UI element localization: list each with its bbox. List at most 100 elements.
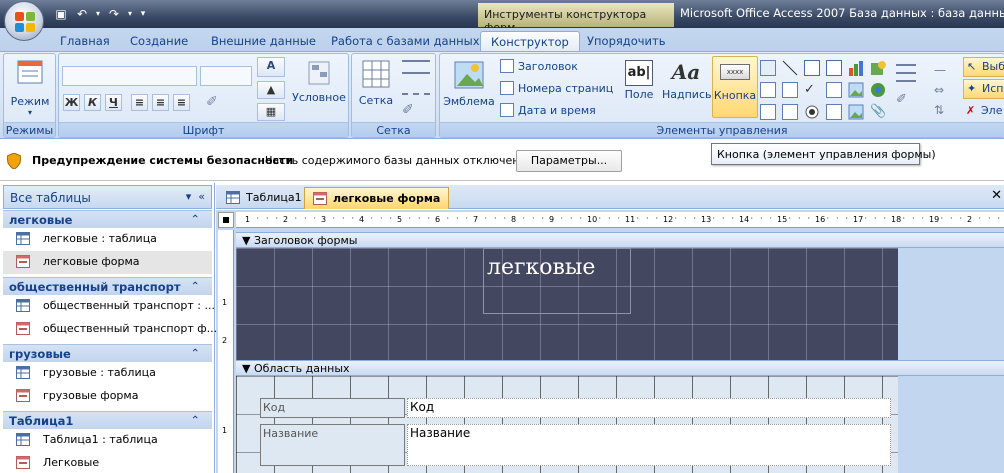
select-button[interactable]: ↖ Выб <box>963 57 1004 77</box>
form-header-section[interactable]: легковые <box>236 248 898 360</box>
nav-group[interactable]: общественный транспорт ⌃ <box>3 277 212 295</box>
close-document-icon[interactable]: ✕ <box>991 188 1002 203</box>
font-name-combo[interactable] <box>62 66 197 86</box>
tab-database-tools[interactable]: Работа с базами данных <box>331 31 480 51</box>
nav-menu-dropdown-icon[interactable]: ▾ <box>186 190 192 203</box>
group-grid-label: Сетка <box>352 122 435 137</box>
image-icon[interactable] <box>848 82 864 98</box>
line-thickness-icon[interactable] <box>402 60 430 74</box>
format-painter-icon[interactable]: ✐ <box>206 94 218 110</box>
page-break-icon[interactable] <box>760 104 776 120</box>
nav-group[interactable]: грузовые ⌃ <box>3 344 212 362</box>
minus-icon[interactable]: — <box>934 60 954 80</box>
conditional-format-button[interactable]: Условное <box>291 60 347 104</box>
pen-icon[interactable]: ✐ <box>896 92 916 107</box>
line-color-button[interactable]: ▦ <box>257 103 285 121</box>
tab-arrange[interactable]: Упорядочить <box>587 31 666 51</box>
activex-label: Эле <box>981 104 1003 117</box>
bold-button[interactable]: Ж <box>63 94 80 111</box>
logo-button[interactable]: Эмблема <box>442 60 496 108</box>
form-header-bar[interactable]: ▼ Заголовок формы <box>236 232 1004 248</box>
doc-tab-form[interactable]: легковые форма <box>304 187 450 209</box>
align-left-button[interactable]: ≡ <box>131 94 148 111</box>
grid-button[interactable]: Сетка <box>356 59 396 107</box>
checkbox-icon[interactable] <box>782 82 798 98</box>
property-icon[interactable]: ⇔ <box>934 80 954 100</box>
undo-dropdown-icon[interactable]: ▾ <box>94 5 102 23</box>
align-center-button[interactable]: ≡ <box>152 94 169 111</box>
detail-section-bar[interactable]: ▼ Область данных <box>236 360 1004 376</box>
text-color-button[interactable]: A <box>257 57 285 77</box>
ruler-tick: · <box>883 214 887 223</box>
tab-external-data[interactable]: Внешние данные <box>211 31 316 51</box>
option-button-icon[interactable] <box>804 104 820 120</box>
field-textbox-name[interactable]: Название <box>407 424 891 466</box>
label-button[interactable]: Aa Надпись <box>662 60 712 101</box>
activex-button[interactable]: ✗ Эле <box>963 102 1004 122</box>
nav-item[interactable]: Легковые <box>3 452 212 473</box>
form-selector[interactable] <box>218 212 234 228</box>
sort-icon[interactable]: ⇅ <box>934 100 954 120</box>
list-box-icon[interactable] <box>804 60 820 76</box>
customize-qat-icon[interactable]: ▾ <box>137 5 149 23</box>
shutter-bar-close-icon[interactable]: « <box>198 190 205 203</box>
italic-button[interactable]: К <box>84 94 101 111</box>
combo-box-icon[interactable] <box>826 60 842 76</box>
unbound-object-icon[interactable] <box>870 60 886 76</box>
date-time-button[interactable]: Дата и время <box>500 102 596 120</box>
nav-item[interactable]: Таблица1 : таблица <box>3 429 212 452</box>
security-options-button[interactable]: Параметры... <box>516 150 622 172</box>
nav-pane-header[interactable]: Все таблицы ▾ « <box>3 185 212 209</box>
nav-group[interactable]: легковые ⌃ <box>3 210 212 228</box>
button-control-button[interactable]: xxxx Кнопка <box>712 56 758 118</box>
title-button[interactable]: Заголовок <box>500 58 578 76</box>
nav-item[interactable]: общественный транспорт : ... <box>3 295 215 318</box>
toggle-button-icon[interactable] <box>782 104 798 120</box>
line-color-icon[interactable]: ✐ <box>402 102 414 118</box>
redo-icon[interactable]: ↷ <box>105 5 123 23</box>
page-numbers-label: Номера страниц <box>518 82 614 95</box>
line-type-icon[interactable] <box>402 81 430 95</box>
fill-color-button[interactable]: ▲ <box>257 81 285 99</box>
undo-icon[interactable]: ↶ <box>73 5 91 23</box>
doc-tab-table1[interactable]: Таблица1 <box>218 187 310 209</box>
field-label-name[interactable]: Название <box>260 424 405 466</box>
check-icon[interactable]: ✓ <box>804 82 820 98</box>
subform-icon[interactable] <box>826 104 842 120</box>
nav-item[interactable]: грузовые : таблица <box>3 362 212 385</box>
line-icon[interactable] <box>782 60 798 76</box>
table-icon <box>16 232 30 245</box>
save-icon[interactable]: ▣ <box>52 5 70 23</box>
field-textbox-code[interactable]: Код <box>407 398 891 418</box>
ruler-tick: · <box>874 214 877 223</box>
ruler-number: 12 <box>663 215 674 224</box>
office-button[interactable] <box>4 1 44 41</box>
field-button[interactable]: ab| Поле <box>621 60 657 101</box>
bound-object-icon[interactable] <box>848 104 864 120</box>
nav-item[interactable]: общественный транспорт ф... <box>3 318 217 341</box>
font-size-combo[interactable] <box>200 66 252 86</box>
field-label-code[interactable]: Код <box>260 398 405 418</box>
nav-item[interactable]: грузовые форма <box>3 385 212 408</box>
redo-dropdown-icon[interactable]: ▾ <box>126 5 134 23</box>
rectangle-icon[interactable] <box>760 82 776 98</box>
nav-group[interactable]: Таблица1 ⌃ <box>3 411 212 429</box>
detail-section[interactable]: Код Код Название Название <box>236 376 898 473</box>
align-right-button[interactable]: ≡ <box>173 94 190 111</box>
nav-item[interactable]: легковые : таблица <box>3 228 212 251</box>
ruler-number: 19 <box>929 215 940 224</box>
tab-home[interactable]: Главная <box>60 31 110 51</box>
view-button[interactable]: Режим ▾ <box>8 58 52 117</box>
form-title-label[interactable]: легковые <box>483 248 631 314</box>
attachment-icon[interactable]: 📎 <box>870 104 886 120</box>
page-numbers-button[interactable]: Номера страниц <box>500 80 613 98</box>
nav-item[interactable]: легковые форма <box>3 251 212 274</box>
option-group-icon[interactable] <box>826 82 842 98</box>
tab-create[interactable]: Создание <box>130 31 188 51</box>
hyperlink-icon[interactable] <box>870 82 886 98</box>
tab-control-icon[interactable] <box>760 60 776 76</box>
tab-designer[interactable]: Конструктор <box>480 31 580 51</box>
use-wizard-button[interactable]: ✦ Исп <box>963 79 1004 99</box>
chart-icon[interactable] <box>848 60 864 76</box>
underline-button[interactable]: Ч <box>105 94 122 111</box>
